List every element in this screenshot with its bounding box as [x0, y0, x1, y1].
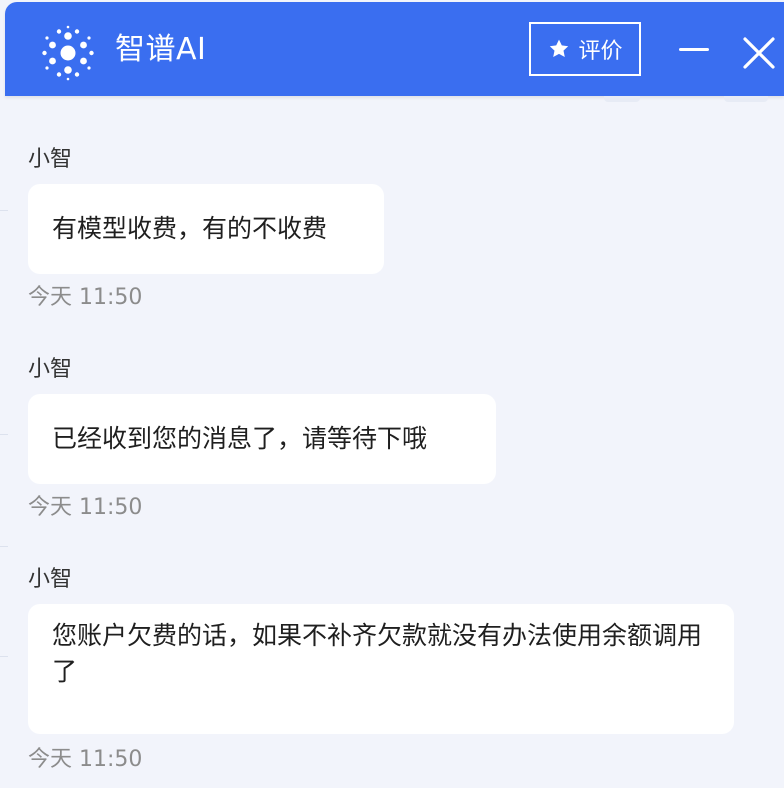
- close-button[interactable]: [735, 30, 783, 76]
- message-timestamp: 今天 11:50: [28, 495, 143, 520]
- spark-dots-logo-icon: [39, 24, 97, 82]
- rate-button-label: 评价: [578, 39, 623, 64]
- close-icon: [743, 37, 775, 69]
- left-edge-divider: [0, 210, 8, 211]
- message-sender-name: 小智: [28, 147, 73, 172]
- chat-window: 智谱AI 评价 小智 有模型收费，有的不收费 今天 11:50 小智 已经收到您…: [0, 0, 784, 788]
- message-sender-name: 小智: [28, 357, 73, 382]
- scrolled-content-edge: [724, 96, 768, 102]
- message-list[interactable]: 小智 有模型收费，有的不收费 今天 11:50 小智 已经收到您的消息了，请等待…: [0, 96, 784, 788]
- minimize-button[interactable]: [673, 32, 717, 72]
- chat-header: 智谱AI 评价: [5, 2, 784, 96]
- message-timestamp: 今天 11:50: [28, 285, 143, 310]
- rate-button[interactable]: 评价: [529, 22, 641, 76]
- assistant-message-bubble: 已经收到您的消息了，请等待下哦: [28, 394, 496, 484]
- left-edge-divider: [0, 656, 8, 657]
- app-title: 智谱AI: [115, 32, 207, 67]
- message-timestamp: 今天 11:50: [28, 747, 143, 772]
- message-sender-name: 小智: [28, 567, 73, 592]
- assistant-message-bubble: 您账户欠费的话，如果不补齐欠款就没有办法使用余额调用了: [28, 604, 734, 734]
- scrolled-content-edge: [604, 96, 640, 102]
- minimize-icon: [679, 48, 709, 51]
- assistant-message-bubble: 有模型收费，有的不收费: [28, 184, 384, 274]
- left-edge-divider: [0, 546, 8, 547]
- star-icon: [547, 37, 571, 61]
- left-edge-divider: [0, 434, 8, 435]
